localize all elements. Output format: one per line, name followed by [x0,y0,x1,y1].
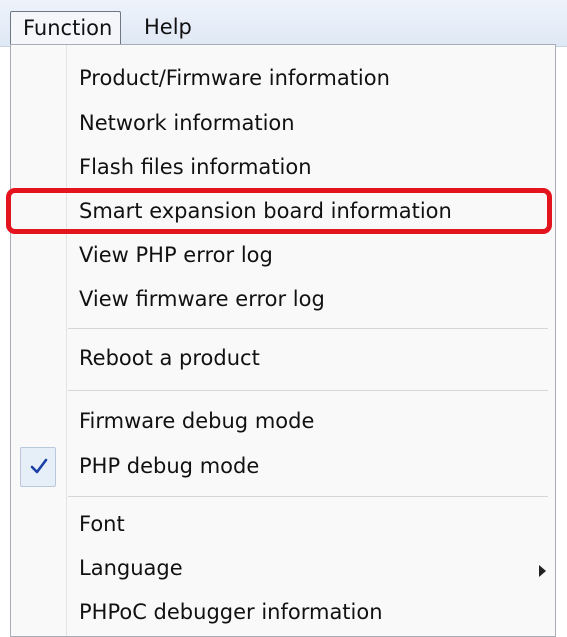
menu-item-label: View firmware error log [79,287,325,311]
menu-item-label: Reboot a product [79,346,260,370]
menu-item-phpoc-debugger-information[interactable]: PHPoC debugger information [11,592,555,632]
menu-item-view-firmware-error-log[interactable]: View firmware error log [11,279,555,319]
menu-item-label: Product/Firmware information [79,66,390,90]
menu-item-php-debug-mode[interactable]: PHP debug mode [11,446,555,486]
submenu-arrow-icon [539,565,546,577]
menu-item-firmware-debug-mode[interactable]: Firmware debug mode [11,401,555,441]
menu-function[interactable]: Function [10,11,122,44]
menu-item-network-information[interactable]: Network information [11,103,555,143]
menu-item-flash-files-information[interactable]: Flash files information [11,147,555,187]
menu-separator [68,328,548,329]
menu-item-reboot-a-product[interactable]: Reboot a product [11,338,555,378]
menu-bar: Function Help [0,0,567,47]
menu-help[interactable]: Help [144,11,192,43]
menu-item-label: PHPoC debugger information [79,600,383,624]
menu-separator [68,496,548,497]
menu-item-label: Language [79,556,183,580]
menu-item-view-php-error-log[interactable]: View PHP error log [11,235,555,275]
menu-item-font[interactable]: Font [11,504,555,544]
menu-separator [68,390,548,391]
menu-item-language[interactable]: Language [11,548,555,588]
menu-item-label: View PHP error log [79,243,273,267]
menu-item-label: Font [79,512,125,536]
menu-item-label: Firmware debug mode [79,409,315,433]
menu-item-label: Network information [79,111,295,135]
menu-item-label: Flash files information [79,155,312,179]
menu-item-product-firmware-information[interactable]: Product/Firmware information [11,58,555,98]
red-highlight-box [6,188,552,234]
menu-item-label: PHP debug mode [79,454,260,478]
function-dropdown-menu: Product/Firmware information Network inf… [6,44,556,637]
